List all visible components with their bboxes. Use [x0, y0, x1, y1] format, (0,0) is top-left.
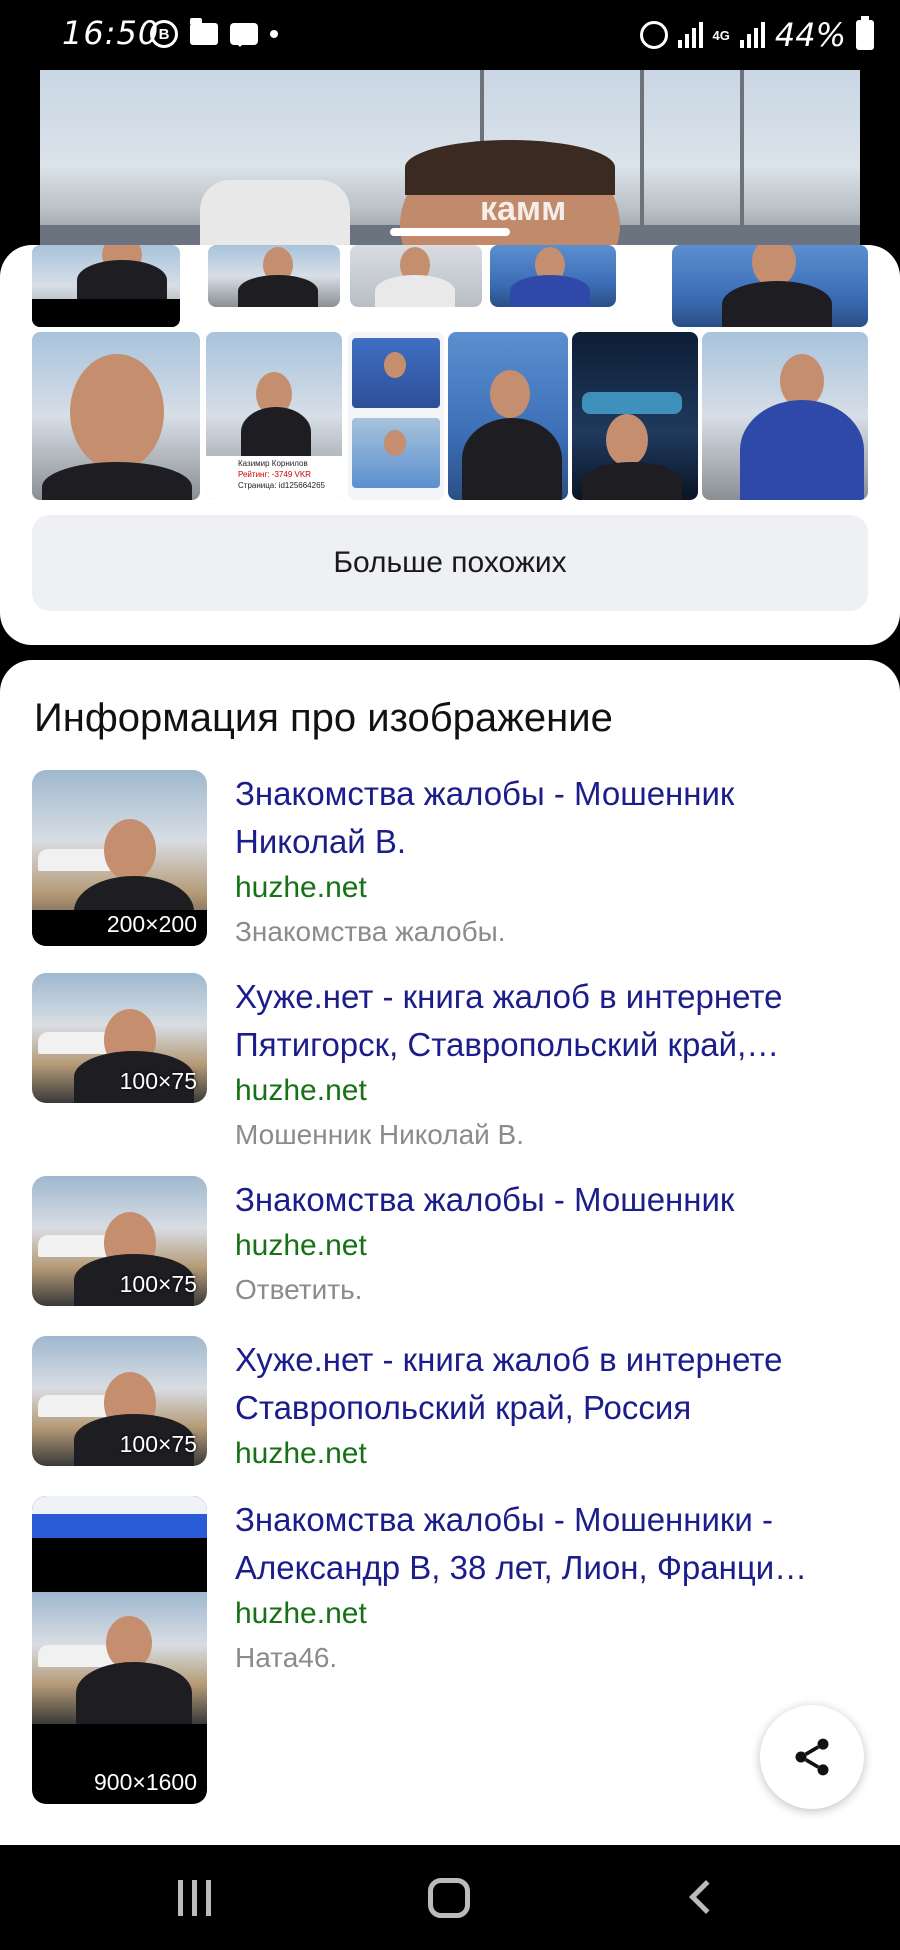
- battery-icon: [856, 16, 874, 50]
- result-thumbnail[interactable]: 100×75: [32, 1336, 207, 1466]
- b-notification-icon: B: [150, 20, 178, 48]
- similar-image-thumb[interactable]: [490, 245, 616, 307]
- recent-apps-icon[interactable]: [178, 1880, 211, 1916]
- search-result[interactable]: 100×75 Хуже.нет - книга жалоб в интернет…: [32, 1336, 868, 1476]
- boat-graphic: [200, 180, 350, 245]
- result-domain[interactable]: huzhe.net: [235, 1432, 868, 1476]
- result-title-link[interactable]: Хуже.нет - книга жалоб в интернете Пятиг…: [235, 973, 868, 1069]
- result-domain[interactable]: huzhe.net: [235, 1224, 868, 1268]
- similar-image-thumb[interactable]: [32, 332, 200, 500]
- image-size-label: 100×75: [119, 1431, 197, 1457]
- similar-image-thumb[interactable]: [672, 245, 868, 327]
- more-notifications-dot-icon: [270, 30, 278, 38]
- result-snippet: Ната46.: [235, 1642, 338, 1673]
- result-title-link[interactable]: Хуже.нет - книга жалоб в интернете Ставр…: [235, 1336, 868, 1432]
- result-thumbnail[interactable]: 100×75: [32, 1176, 207, 1306]
- similar-image-thumb[interactable]: [448, 332, 568, 500]
- thumb-caption-line: Казимир Корнилов: [238, 459, 308, 468]
- image-size-label: 100×75: [119, 1271, 197, 1297]
- system-nav-bar: [0, 1845, 900, 1950]
- alarm-icon: [639, 21, 668, 49]
- result-domain[interactable]: huzhe.net: [235, 1592, 868, 1636]
- image-size-label: 200×200: [106, 911, 197, 937]
- mast-graphic: [640, 70, 644, 245]
- share-icon: [795, 1738, 829, 1776]
- signal-icon: [677, 22, 703, 48]
- similar-images-card: Казимир Корнилов Рейтинг: -3749 VKR Стра…: [0, 245, 900, 645]
- system-status-icons: 4G 44%: [639, 16, 874, 54]
- notification-icons: B: [150, 18, 278, 48]
- battery-percent: 44%: [774, 16, 846, 54]
- search-result[interactable]: 200×200 Знакомства жалобы - Мошенник Ник…: [32, 770, 868, 950]
- image-size-label: 900×1600: [94, 1769, 197, 1795]
- query-image-preview[interactable]: камм: [40, 70, 860, 245]
- search-result[interactable]: 100×75 Хуже.нет - книга жалоб в интернет…: [32, 973, 868, 1153]
- home-icon[interactable]: [428, 1878, 470, 1918]
- status-time: 16:50: [62, 14, 160, 52]
- thumb-caption-line: Рейтинг: -3749 VKR: [238, 470, 311, 479]
- result-snippet: Знакомства жалобы.: [235, 916, 506, 947]
- similar-image-thumb[interactable]: [32, 245, 180, 327]
- result-domain[interactable]: huzhe.net: [235, 1069, 868, 1113]
- network-type: 4G: [712, 27, 730, 43]
- similar-image-thumb[interactable]: [350, 245, 482, 307]
- result-domain[interactable]: huzhe.net: [235, 866, 868, 910]
- mast-graphic: [740, 70, 744, 245]
- preview-overlay-text: камм: [480, 190, 567, 228]
- similar-image-thumb[interactable]: [348, 332, 444, 500]
- signal-icon-2: [739, 22, 765, 48]
- result-title-link[interactable]: Знакомства жалобы - Мошенник Николай В.: [235, 770, 868, 866]
- result-thumbnail[interactable]: 900×1600: [32, 1496, 207, 1804]
- hair-graphic: [405, 140, 615, 195]
- share-button[interactable]: [760, 1705, 864, 1809]
- folder-icon: [190, 18, 218, 45]
- image-info-card: Информация про изображение 200×200 Знако…: [0, 660, 900, 1845]
- search-result[interactable]: 100×75 Знакомства жалобы - Мошенник huzh…: [32, 1176, 868, 1316]
- back-icon[interactable]: [689, 1880, 723, 1914]
- result-title-link[interactable]: Знакомства жалобы - Мошенники - Александ…: [235, 1496, 868, 1592]
- result-snippet: Ответить.: [235, 1274, 363, 1305]
- similar-image-thumb[interactable]: [702, 332, 868, 500]
- status-bar: 16:50 B 4G 44%: [0, 0, 900, 70]
- similar-image-thumb[interactable]: [572, 332, 698, 500]
- more-similar-button[interactable]: Больше похожих: [32, 515, 868, 611]
- result-title-link[interactable]: Знакомства жалобы - Мошенник: [235, 1176, 868, 1224]
- result-thumbnail[interactable]: 200×200: [32, 770, 207, 946]
- result-snippet: Мошенник Николай В.: [235, 1119, 525, 1150]
- similar-image-thumb[interactable]: Казимир Корнилов Рейтинг: -3749 VKR Стра…: [206, 332, 342, 500]
- section-title: Информация про изображение: [34, 696, 613, 740]
- thumb-caption-line: Страница: id125664265: [238, 481, 325, 490]
- similar-image-thumb[interactable]: [208, 245, 340, 307]
- message-icon: [230, 23, 258, 47]
- search-result[interactable]: 900×1600 Знакомства жалобы - Мошенники -…: [32, 1496, 868, 1806]
- drag-handle[interactable]: [390, 228, 510, 236]
- image-size-label: 100×75: [119, 1068, 197, 1094]
- result-thumbnail[interactable]: 100×75: [32, 973, 207, 1103]
